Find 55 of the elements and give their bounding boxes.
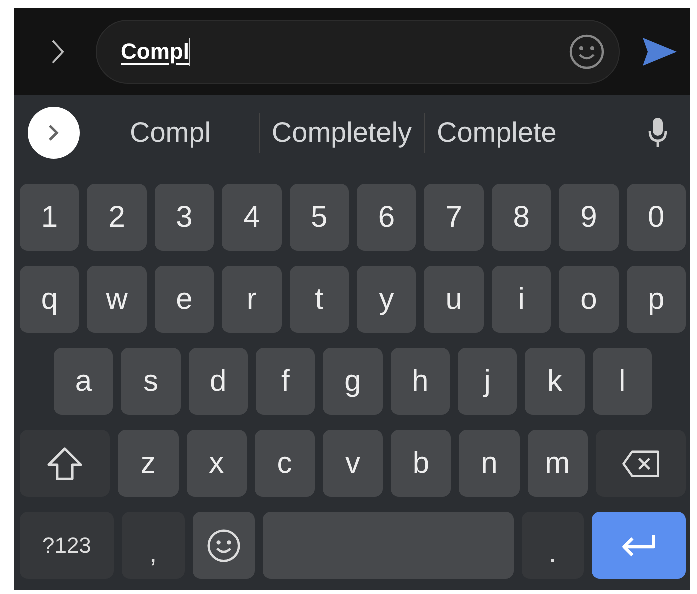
keyboard-key[interactable]: h bbox=[390, 348, 450, 415]
keyboard-key[interactable]: m bbox=[528, 430, 588, 497]
keyboard-key[interactable]: 5 bbox=[290, 184, 350, 251]
keyboard-key[interactable]: q bbox=[20, 266, 80, 333]
keyboard-key[interactable]: t bbox=[290, 266, 350, 333]
suggestion[interactable]: Complete bbox=[432, 116, 561, 148]
keyboard-key[interactable]: . bbox=[522, 512, 584, 579]
expand-button[interactable] bbox=[28, 106, 80, 158]
keyboard-key[interactable]: 8 bbox=[492, 184, 552, 251]
microphone-icon[interactable] bbox=[648, 116, 668, 148]
backspace-key[interactable] bbox=[596, 430, 686, 497]
keyboard-key[interactable]: s bbox=[121, 348, 181, 415]
keyboard-key[interactable]: a bbox=[54, 348, 114, 415]
keyboard-key[interactable]: x bbox=[186, 430, 247, 497]
keyboard-key[interactable]: 7 bbox=[424, 184, 484, 251]
keyboard-key[interactable]: v bbox=[322, 430, 384, 497]
keyboard-key[interactable]: r bbox=[222, 266, 282, 333]
shift-key[interactable] bbox=[20, 430, 110, 497]
keyboard-key[interactable]: 0 bbox=[626, 184, 686, 251]
keyboard-key[interactable]: , bbox=[122, 512, 184, 579]
keyboard-key[interactable]: w bbox=[87, 266, 147, 333]
keyboard-key[interactable]: 3 bbox=[154, 184, 214, 251]
emoji-icon[interactable] bbox=[569, 34, 605, 70]
symbols-key[interactable]: ?123 bbox=[20, 512, 114, 579]
keyboard-key[interactable]: e bbox=[154, 266, 214, 333]
suggestion[interactable]: Compl bbox=[126, 116, 215, 148]
keyboard-key[interactable]: 4 bbox=[222, 184, 282, 251]
keyboard-key[interactable]: z bbox=[118, 430, 178, 497]
keyboard-key[interactable]: 9 bbox=[559, 184, 619, 251]
keyboard-key[interactable]: l bbox=[592, 348, 652, 415]
keyboard-key[interactable]: y bbox=[357, 266, 416, 333]
keyboard-key[interactable]: 6 bbox=[357, 184, 416, 251]
enter-key[interactable] bbox=[592, 512, 686, 579]
keyboard-key[interactable]: n bbox=[459, 430, 520, 497]
keyboard-key[interactable]: c bbox=[254, 430, 315, 497]
keyboard-key[interactable]: u bbox=[424, 266, 484, 333]
emoji-key[interactable] bbox=[192, 512, 256, 579]
chevron-right-icon bbox=[48, 124, 60, 142]
send-icon[interactable] bbox=[642, 36, 678, 66]
keyboard-key[interactable]: k bbox=[525, 348, 585, 415]
keyboard-key[interactable]: b bbox=[391, 430, 452, 497]
keyboard-key[interactable]: p bbox=[626, 266, 686, 333]
keyboard-key[interactable]: 1 bbox=[20, 184, 80, 251]
keyboard-key[interactable]: g bbox=[323, 348, 383, 415]
keyboard-key[interactable]: o bbox=[559, 266, 619, 333]
keyboard-key[interactable]: d bbox=[188, 348, 248, 415]
message-field[interactable]: Compl bbox=[96, 20, 620, 84]
message-text: Compl bbox=[121, 38, 190, 64]
keyboard-key[interactable]: j bbox=[458, 348, 518, 415]
keyboard-key[interactable]: f bbox=[256, 348, 316, 415]
suggestion[interactable]: Completely bbox=[268, 116, 416, 148]
shift-icon bbox=[46, 446, 84, 480]
keyboard-key[interactable]: 2 bbox=[87, 184, 147, 251]
keyboard-key[interactable]: i bbox=[492, 266, 552, 333]
chevron-right-icon[interactable] bbox=[50, 38, 66, 66]
